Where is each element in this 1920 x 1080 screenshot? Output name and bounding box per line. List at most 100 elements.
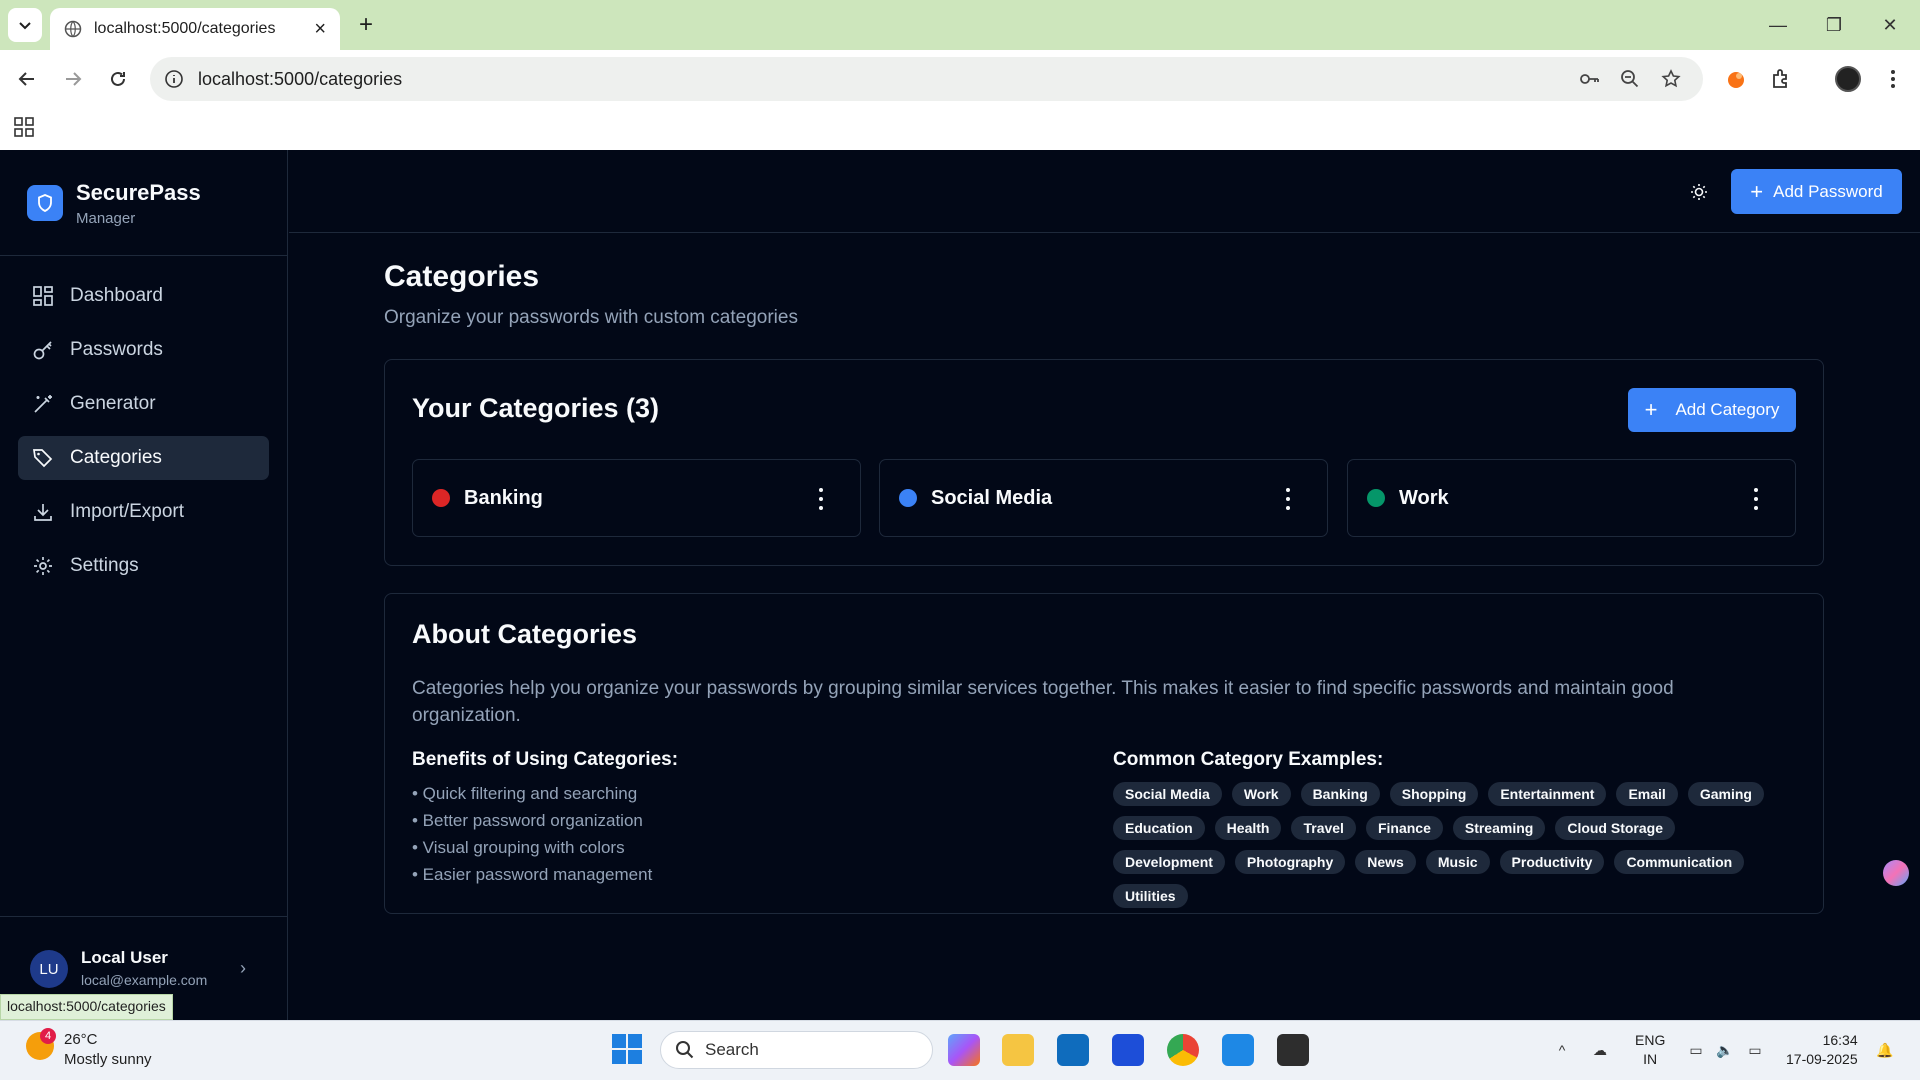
- example-tag: Gaming: [1687, 782, 1764, 806]
- taskbar-search[interactable]: Search: [660, 1031, 933, 1069]
- close-window-button[interactable]: ✕: [1870, 10, 1910, 40]
- category-item-work[interactable]: Work: [1347, 459, 1796, 537]
- outlook-icon[interactable]: [1057, 1034, 1089, 1066]
- windows-start-icon[interactable]: [612, 1034, 642, 1064]
- sidebar-item-label: Settings: [70, 555, 139, 576]
- copilot-icon[interactable]: [948, 1034, 980, 1066]
- search-label: Search: [705, 1040, 759, 1059]
- more-vertical-icon[interactable]: [1753, 488, 1759, 510]
- gear-icon: [32, 555, 54, 577]
- time: 16:34: [1822, 1032, 1858, 1048]
- volume-icon[interactable]: 🔈: [1715, 1040, 1735, 1060]
- sun-icon: [1691, 184, 1707, 200]
- sidebar-item-passwords[interactable]: Passwords: [18, 328, 269, 372]
- user-name: Local User: [81, 948, 168, 967]
- brand-name: SecurePass: [76, 180, 201, 205]
- file-explorer-icon[interactable]: [1002, 1034, 1034, 1066]
- forward-button[interactable]: [56, 62, 90, 96]
- link-status-bar: localhost:5000/categories: [0, 994, 173, 1020]
- sidebar-item-categories[interactable]: Categories: [18, 436, 269, 480]
- more-vertical-icon[interactable]: [818, 488, 824, 510]
- chevron-up-icon[interactable]: ^: [1552, 1040, 1572, 1060]
- plus-icon: +: [1750, 178, 1764, 204]
- example-tags: Social Media Work Banking Shopping Enter…: [1113, 782, 1793, 908]
- browser-menu-icon[interactable]: [1876, 62, 1910, 96]
- benefit-item: • Better password organization: [412, 811, 643, 830]
- app-icon[interactable]: [1112, 1034, 1144, 1066]
- chevron-right-icon[interactable]: ›: [240, 958, 246, 979]
- network-icon[interactable]: ▭: [1686, 1040, 1706, 1060]
- avatar[interactable]: LU: [30, 950, 68, 988]
- theme-toggle-button[interactable]: [1684, 177, 1714, 207]
- sidebar-item-label: Import/Export: [70, 501, 185, 522]
- lang-line1: ENG: [1635, 1032, 1666, 1048]
- example-tag: Shopping: [1389, 782, 1479, 806]
- weather-desc[interactable]: Mostly sunny: [64, 1051, 152, 1068]
- reload-button[interactable]: [101, 62, 135, 96]
- category-color-dot: [1367, 489, 1385, 507]
- download-icon: [32, 501, 54, 523]
- site-info-icon[interactable]: [164, 69, 184, 89]
- example-tag: Education: [1113, 816, 1205, 840]
- category-item-social-media[interactable]: Social Media: [879, 459, 1328, 537]
- apps-grid-icon[interactable]: [14, 117, 34, 137]
- example-tag: Health: [1214, 816, 1282, 840]
- more-vertical-icon[interactable]: [1285, 488, 1291, 510]
- user-email: local@example.com: [81, 972, 208, 988]
- extensions-puzzle-icon[interactable]: [1764, 62, 1798, 96]
- add-category-button[interactable]: + Add Category: [1628, 388, 1796, 432]
- bookmark-star-icon[interactable]: [1660, 68, 1682, 90]
- category-item-banking[interactable]: Banking: [412, 459, 861, 537]
- onedrive-icon[interactable]: ☁: [1590, 1040, 1610, 1060]
- battery-icon[interactable]: ▭: [1745, 1040, 1765, 1060]
- profile-avatar[interactable]: [1831, 62, 1865, 96]
- browser-tab[interactable]: localhost:5000/categories ×: [50, 8, 340, 50]
- zoom-icon[interactable]: [1619, 68, 1641, 90]
- new-tab-button[interactable]: +: [352, 11, 380, 39]
- search-icon: [675, 1040, 695, 1060]
- sidebar-item-import-export[interactable]: Import/Export: [18, 490, 269, 534]
- assistant-bubble-icon[interactable]: [1883, 860, 1909, 886]
- bookmarks-bar: [0, 108, 1920, 150]
- tag-icon: [32, 447, 54, 469]
- tab-search-button[interactable]: [8, 8, 42, 42]
- terminal-icon[interactable]: [1277, 1034, 1309, 1066]
- vscode-icon[interactable]: [1222, 1034, 1254, 1066]
- about-description: Categories help you organize your passwo…: [412, 678, 1674, 726]
- shield-logo-icon: [27, 185, 63, 221]
- chevron-down-icon: [19, 22, 31, 30]
- categories-card-title: Your Categories (3): [412, 393, 660, 423]
- example-tag: Social Media: [1113, 782, 1222, 806]
- sidebar-item-generator[interactable]: Generator: [18, 382, 269, 426]
- notification-bell-icon[interactable]: 🔔: [1875, 1040, 1895, 1060]
- extension-icon[interactable]: [1719, 62, 1753, 96]
- back-button[interactable]: [10, 62, 44, 96]
- example-tag: Music: [1425, 850, 1490, 874]
- sidebar-item-settings[interactable]: Settings: [18, 544, 269, 588]
- example-tag: Banking: [1300, 782, 1380, 806]
- address-bar[interactable]: localhost:5000/categories: [150, 57, 1703, 101]
- chrome-icon[interactable]: [1167, 1034, 1199, 1066]
- minimize-button[interactable]: —: [1758, 10, 1798, 40]
- benefit-item: • Easier password management: [412, 865, 653, 884]
- restore-button[interactable]: ❐: [1814, 10, 1854, 40]
- date: 17-09-2025: [1786, 1051, 1858, 1067]
- brand-subtitle: Manager: [76, 210, 136, 227]
- clock[interactable]: 16:34 17-09-2025: [1786, 1031, 1858, 1069]
- add-password-button[interactable]: + Add Password: [1731, 169, 1902, 214]
- category-name: Social Media: [931, 486, 1053, 509]
- notification-badge: 4: [40, 1028, 56, 1044]
- language-indicator[interactable]: ENG IN: [1635, 1031, 1665, 1069]
- page-subtitle: Organize your passwords with custom cate…: [384, 307, 798, 328]
- lang-line2: IN: [1643, 1051, 1658, 1067]
- weather-temp[interactable]: 26°C: [64, 1031, 98, 1048]
- example-tag: Communication: [1614, 850, 1745, 874]
- url-text[interactable]: localhost:5000/categories: [198, 69, 402, 90]
- sidebar-item-dashboard[interactable]: Dashboard: [18, 274, 269, 318]
- about-title: About Categories: [412, 619, 638, 649]
- example-tag: Entertainment: [1488, 782, 1607, 806]
- example-tag: Email: [1616, 782, 1678, 806]
- password-key-icon[interactable]: [1578, 68, 1600, 90]
- examples-title: Common Category Examples:: [1113, 749, 1384, 770]
- close-tab-icon[interactable]: ×: [314, 18, 326, 41]
